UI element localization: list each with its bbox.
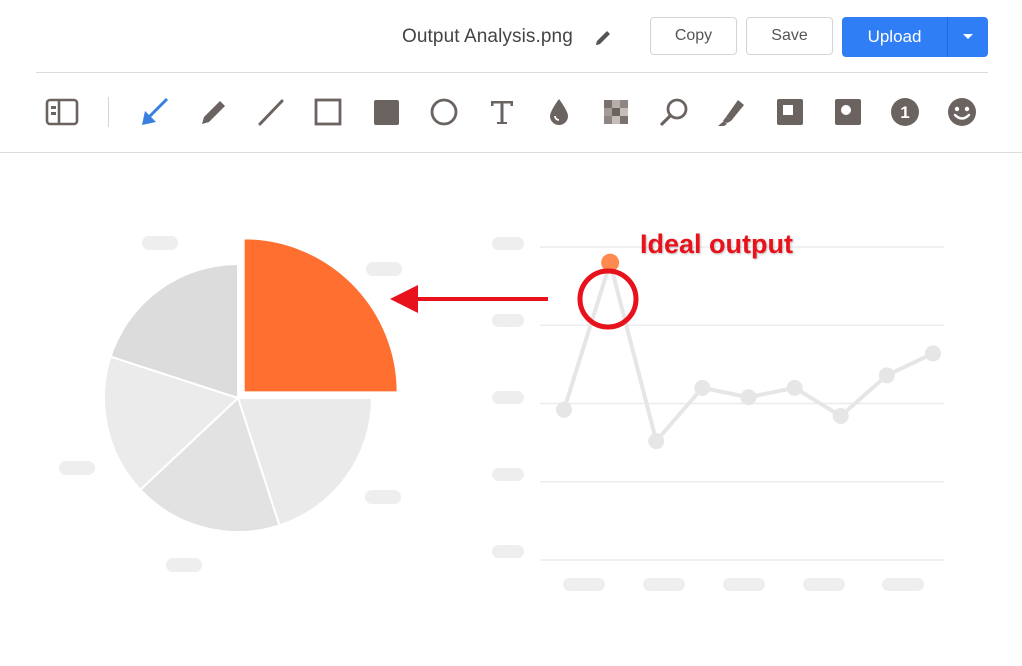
x-tick-placeholder (643, 578, 685, 591)
annotation-arrow-head[interactable] (390, 285, 418, 313)
line-point (556, 401, 572, 418)
pie-label-placeholder (365, 490, 401, 504)
x-tick-placeholder (803, 578, 845, 591)
y-tick-placeholder (492, 545, 524, 558)
pie-label-placeholder (59, 461, 95, 475)
y-tick-placeholder (492, 314, 524, 327)
y-tick-placeholder (492, 391, 524, 404)
line-point (878, 367, 895, 384)
pie-label-placeholder (142, 236, 178, 250)
pie-slice-highlighted (242, 237, 399, 394)
line-series (562, 260, 934, 444)
chart-illustration (59, 236, 944, 591)
line-point (648, 433, 665, 450)
x-tick-placeholder (563, 578, 605, 591)
pie-label-placeholder (166, 558, 202, 572)
line-point (786, 379, 803, 396)
x-tick-placeholder (723, 578, 765, 591)
x-tick-placeholder (882, 578, 924, 591)
line-point (925, 345, 941, 362)
y-tick-placeholder (492, 237, 524, 250)
line-point (740, 389, 757, 406)
y-tick-placeholder (492, 468, 524, 481)
annotation-circle[interactable] (577, 268, 639, 330)
line-point (694, 379, 711, 396)
pie-label-placeholder (366, 262, 402, 276)
annotation-label[interactable]: Ideal output (640, 229, 793, 260)
line-point (832, 408, 849, 425)
